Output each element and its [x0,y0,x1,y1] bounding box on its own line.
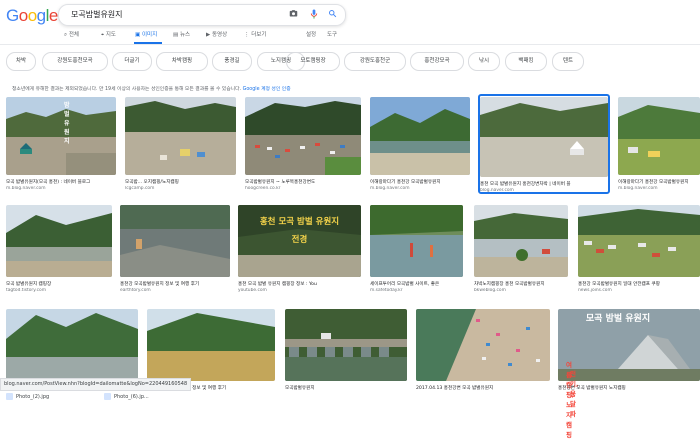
result-source: hoogcreen.co.kr [245,186,281,191]
result-thumbnail[interactable] [285,309,407,381]
chip[interactable]: 풍경길 [212,52,252,71]
overlay-title: 홍천 모곡 밤벌 유원지 [259,217,340,227]
chip[interactable]: 모토캠핑장 [286,52,340,71]
result-thumbnail[interactable] [474,205,568,277]
image-file-icon [104,393,111,400]
tools-link[interactable]: 도구 [327,30,337,38]
status-bar-url: blog.naver.com/PostView.nhn?blogId=dailo… [0,378,191,391]
result-thumbnail[interactable] [618,97,700,175]
result-caption[interactable]: 이해랑마다기 홍천강 모곡밤벌유원지 [618,179,700,185]
chip[interactable]: 홍천강모곡 [410,52,464,71]
chip[interactable]: 백패킹 [505,52,547,71]
result-source: lcgcamp.com [125,186,155,191]
tab-videos[interactable]: ▶ 동영상 [206,30,227,38]
result-thumbnail[interactable] [370,205,463,277]
result-source: news.joins.com [578,288,612,293]
result-caption[interactable]: 차박노지캠핑장 홍천 모곡밤벌유원지 [474,281,568,287]
microphone-icon[interactable] [310,9,318,23]
result-source: m.blog.naver.com [618,186,658,191]
camera-icon[interactable] [289,9,298,22]
result-caption[interactable]: 홍천강변 모곡 밤벌유원지 노지캠핑 [558,385,700,391]
result-source: m.blog.naver.com [6,186,46,191]
adult-verification-link[interactable]: Google 계정 성인 인증 [243,87,291,92]
result-thumbnail[interactable] [578,205,700,277]
result-caption[interactable]: 모곡밤벌유원지 ~ 노루목홍천강변도 [245,179,361,185]
result-source: m.blog.naver.com [370,186,410,191]
result-thumbnail[interactable] [6,205,112,277]
result-caption[interactable]: 세이프투어리 모곡밤벌 사이트, 좋은 [370,281,463,287]
result-source: m.safetoday.kr [370,288,403,293]
result-thumbnail[interactable] [370,97,470,175]
result-thumbnail[interactable] [125,97,236,175]
header: Google 모곡밤벌유원지 ⌕ 전체 ⌖ 지도 ▣ 이미지 ▤ 뉴스 ▶ 동영… [0,0,700,45]
chip[interactable]: 차박캠핑 [156,52,208,71]
active-tab-indicator [134,42,162,44]
chip[interactable]: 더글기 [112,52,152,71]
result-source: bkweblog.com [474,288,506,293]
chip[interactable]: 강원도홍천모곡 [42,52,108,71]
overlay-title: 밤벌 유원지 [64,102,70,145]
result-source: earthtory.com [120,288,151,293]
result-thumbnail[interactable] [416,309,550,381]
result-caption[interactable]: 홍천 모곡 밤벌 유원지 캠핑장 정보 : You [238,281,361,287]
selected-result-highlight [478,94,610,194]
search-icon[interactable] [328,9,337,22]
result-source: tagtod.tistory.com [6,288,46,293]
result-thumbnail[interactable] [120,205,230,277]
settings-link[interactable]: 설정 [306,30,316,38]
chip[interactable]: 낚시 [468,52,500,71]
download-item[interactable]: Photo_(6).jp... [104,392,149,402]
tab-all[interactable]: ⌕ 전체 [64,30,79,39]
result-thumbnail[interactable] [6,97,116,175]
tab-maps[interactable]: ⌖ 지도 [101,30,116,39]
result-caption[interactable]: 모곡밤... 오지캠핑/노지캠핑 [125,179,236,185]
overlay-title: 모곡 밤벌 유원지 [585,314,651,324]
image-file-icon [6,393,13,400]
safesearch-notice: 청소년에게 유해한 결과는 제외되었습니다. 만 19세 이상의 사용자는 성인… [12,87,291,92]
search-input[interactable]: 모곡밤벌유원지 [71,9,123,20]
download-item[interactable]: Photo_(2).jpg [6,392,49,402]
chip[interactable]: 강원도홍천군 [344,52,406,71]
chip[interactable]: 차박 [6,52,36,71]
result-caption[interactable]: 2017.04.13 홍천강변 모곡 밤벌유원지 [416,385,550,391]
result-source: youtube.com [238,288,267,293]
overlay-subtitle: 전경 [291,235,308,245]
result-thumbnail[interactable] [6,309,138,381]
result-thumbnail[interactable] [245,97,361,175]
result-caption[interactable]: 홍천강 모곡밤벌유원지 정보 및 여행 후기 [120,281,230,287]
result-caption[interactable]: 모곡밤벌유원지 [285,385,407,391]
result-thumbnail[interactable] [147,309,275,381]
overlay-subtitle-2: 전기,용달파 [570,370,579,418]
result-caption[interactable]: 이해랑마다기 홍천강 모곡밤벌유원지 [370,179,470,185]
chip[interactable]: 텐트 [552,52,584,71]
google-logo[interactable]: Google [6,6,58,26]
tab-more[interactable]: ⋮ 더보기 [244,30,266,38]
tab-images[interactable]: ▣ 이미지 [135,30,157,38]
result-caption[interactable]: 홍천강 모곡밤벌유원지 일대 안전캠프 쿠팡 [578,281,700,287]
search-box[interactable]: 모곡밤벌유원지 [58,4,346,26]
result-caption[interactable]: 모곡 밤벌유원지 캠핑장 [6,281,112,287]
tab-news[interactable]: ▤ 뉴스 [173,30,190,38]
result-caption[interactable]: 모곡 밤벌유원지(모곡 홍천) : 네이버 블로그 [6,179,116,185]
